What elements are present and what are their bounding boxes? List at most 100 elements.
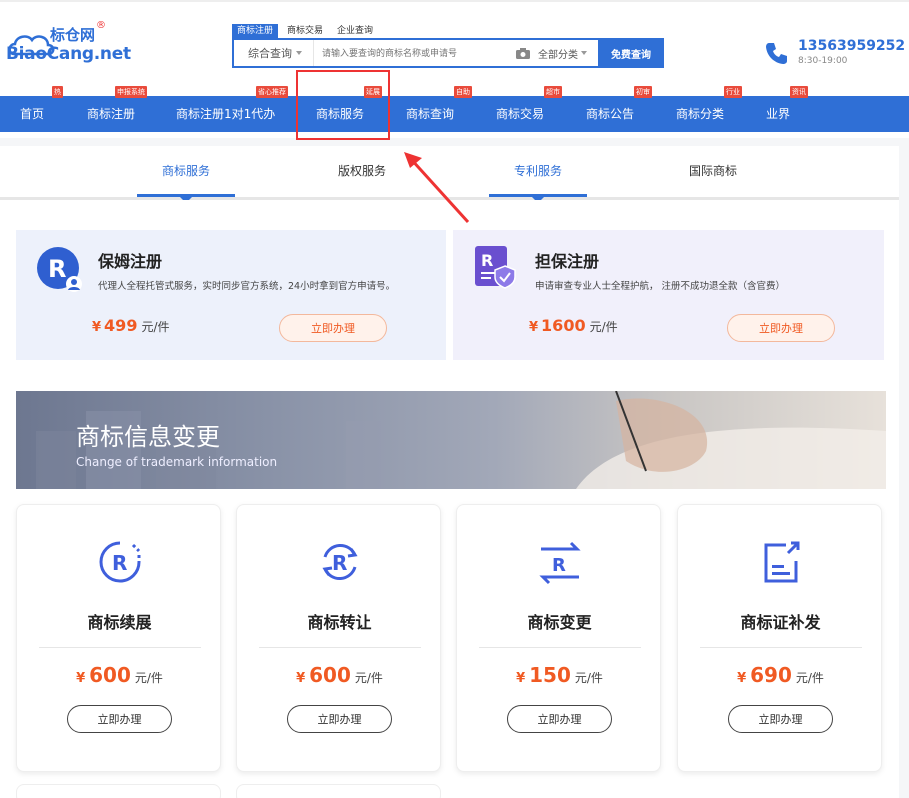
search-tab-company-query[interactable]: 企业查询 — [332, 24, 378, 38]
service-card-transfer: R 商标转让 ¥600 元/件 立即办理 — [236, 504, 441, 772]
service-price: ¥600 元/件 — [237, 663, 442, 687]
site-logo[interactable]: 标仓网 ® BiaoCang.net — [4, 20, 131, 72]
svg-text:R: R — [552, 555, 566, 576]
featured-title: 保姆注册 — [98, 252, 163, 271]
handle-now-button[interactable]: 立即办理 — [67, 705, 172, 733]
nav-badge: 超市 — [544, 86, 562, 98]
banner-subtitle: Change of trademark information — [76, 455, 278, 469]
currency: ¥ — [737, 671, 747, 686]
highlight-box — [296, 70, 390, 140]
currency: ¥ — [529, 320, 539, 335]
logo-en-text: BiaoCang.net — [6, 44, 131, 64]
nav-item-trademark-trade[interactable]: 商标交易 超市 — [496, 86, 562, 132]
service-card-change: R 商标变更 ¥150 元/件 立即办理 — [456, 504, 661, 772]
registered-mark: ® — [96, 20, 106, 31]
currency: ¥ — [296, 671, 306, 686]
featured-card-guarantee-register: R 担保注册 申请审查专业人士全程护航， 注册不成功退全款（含官费） ¥1600… — [453, 230, 884, 360]
svg-text:R: R — [112, 551, 127, 575]
price-value: 600 — [89, 663, 131, 687]
search-input[interactable] — [314, 40, 512, 66]
main-nav: 首页 热 商标注册 申报系统 商标注册1对1代办 省心推荐 商标服务 延展 商标… — [0, 86, 909, 132]
featured-title: 担保注册 — [535, 252, 600, 271]
price-unit: 元/件 — [141, 320, 170, 334]
search-type-label: 综合查询 — [248, 47, 292, 60]
divider — [259, 647, 421, 648]
nav-item-label: 商标分类 — [676, 107, 725, 121]
chevron-down-icon — [581, 51, 587, 55]
service-title: 商标证补发 — [740, 613, 821, 632]
search-type-select[interactable]: 综合查询 — [234, 40, 314, 66]
service-price: ¥600 元/件 — [17, 663, 222, 687]
phone-icon — [766, 43, 787, 64]
nav-item-trademark-category[interactable]: 商标分类 行业 — [676, 86, 742, 132]
nav-badge: 热 — [52, 86, 63, 98]
nav-item-trademark-register[interactable]: 商标注册 申报系统 — [87, 86, 147, 132]
search-box: 综合查询 全部分类 免费查询 — [232, 38, 664, 68]
service-card-certificate-reissue: 商标证补发 ¥690 元/件 立即办理 — [677, 504, 882, 772]
divider — [39, 647, 201, 648]
category-label: 全部分类 — [538, 49, 578, 61]
nav-badge: 资讯 — [790, 86, 808, 98]
nav-item-label: 商标交易 — [496, 107, 545, 121]
handle-now-button[interactable]: 立即办理 — [507, 705, 612, 733]
tab-copyright-service[interactable]: 版权服务 — [313, 162, 411, 179]
service-price: ¥690 元/件 — [678, 663, 883, 687]
featured-card-nanny-register: R 保姆注册 代理人全程托管式服务，实时同步官方系统，24小时拿到官方申请号。 … — [16, 230, 446, 360]
handle-now-button[interactable]: 立即办理 — [279, 314, 387, 342]
site-header: 标仓网 ® BiaoCang.net 商标注册 商标交易 企业查询 综合查询 请… — [0, 0, 909, 96]
r-change-icon: R — [539, 541, 581, 585]
tab-patent-service[interactable]: 专利服务 — [489, 162, 587, 179]
price-value: 499 — [104, 316, 138, 335]
camera-icon[interactable] — [512, 47, 534, 60]
page: 标仓网 ® BiaoCang.net 商标注册 商标交易 企业查询 综合查询 请… — [0, 0, 909, 798]
search-tab-trademark-register[interactable]: 商标注册 — [232, 24, 279, 38]
currency: ¥ — [92, 320, 102, 335]
search-tabs: 商标注册 商标交易 企业查询 — [232, 24, 382, 38]
nav-badge: 省心推荐 — [256, 86, 288, 98]
r-transfer-icon: R — [322, 544, 358, 580]
r-register-icon: R — [37, 247, 82, 292]
handle-now-button[interactable]: 立即办理 — [287, 705, 392, 733]
tab-trademark-service[interactable]: 商标服务 — [137, 162, 235, 179]
featured-price: ¥499 元/件 — [92, 316, 170, 335]
phone-number: 13563959252 — [798, 38, 906, 54]
nav-item-label: 商标查询 — [406, 107, 455, 121]
free-search-button[interactable]: 免费查询 — [598, 38, 664, 68]
price-value: 150 — [529, 663, 571, 687]
featured-desc: 申请审查专业人士全程护航， 注册不成功退全款（含官费） — [535, 281, 786, 292]
trademark-change-banner: 商标信息变更 Change of trademark information — [16, 391, 886, 489]
svg-text:R: R — [481, 251, 493, 270]
divider — [479, 647, 641, 648]
tab-international-trademark[interactable]: 国际商标 — [664, 162, 762, 179]
nav-item-label: 商标注册1对1代办 — [176, 107, 276, 121]
price-unit: 元/件 — [574, 671, 603, 685]
nav-item-trademark-announcement[interactable]: 商标公告 初审 — [586, 86, 652, 132]
category-select[interactable]: 全部分类 — [534, 46, 598, 61]
price-value: 600 — [309, 663, 351, 687]
service-card-renewal: R 商标续展 ¥600 元/件 立即办理 — [16, 504, 221, 772]
r-shield-icon: R — [475, 246, 516, 289]
currency: ¥ — [516, 671, 526, 686]
logo-cn-text: 标仓网 — [50, 26, 96, 44]
featured-desc: 代理人全程托管式服务，实时同步官方系统，24小时拿到官方申请号。 — [98, 281, 396, 292]
r-renew-icon: R — [99, 541, 141, 583]
nav-badge: 自助 — [454, 86, 472, 98]
handle-now-button[interactable]: 立即办理 — [728, 705, 833, 733]
contact-phone: 13563959252 8:30-19:00 — [764, 38, 906, 70]
nav-item-one-on-one[interactable]: 商标注册1对1代办 省心推荐 — [176, 86, 288, 132]
service-title: 商标续展 — [87, 613, 152, 632]
price-value: 690 — [750, 663, 792, 687]
search-tab-trademark-trade[interactable]: 商标交易 — [282, 24, 328, 38]
handle-now-button[interactable]: 立即办理 — [727, 314, 835, 342]
nav-item-trademark-query[interactable]: 商标查询 自助 — [406, 86, 472, 132]
service-hours: 8:30-19:00 — [798, 56, 848, 66]
service-title: 商标转让 — [307, 613, 372, 632]
service-price: ¥150 元/件 — [457, 663, 662, 687]
nav-item-label: 商标注册 — [87, 107, 136, 121]
nav-item-home[interactable]: 首页 热 — [20, 86, 63, 132]
featured-price: ¥1600 元/件 — [529, 316, 618, 335]
nav-badge: 初审 — [634, 86, 652, 98]
price-unit: 元/件 — [134, 671, 163, 685]
nav-item-industry[interactable]: 业界 资讯 — [766, 86, 808, 132]
main-content: 商标服务 版权服务 专利服务 国际商标 R 保姆注册 代理人全程托管式服务，实时… — [0, 138, 909, 798]
